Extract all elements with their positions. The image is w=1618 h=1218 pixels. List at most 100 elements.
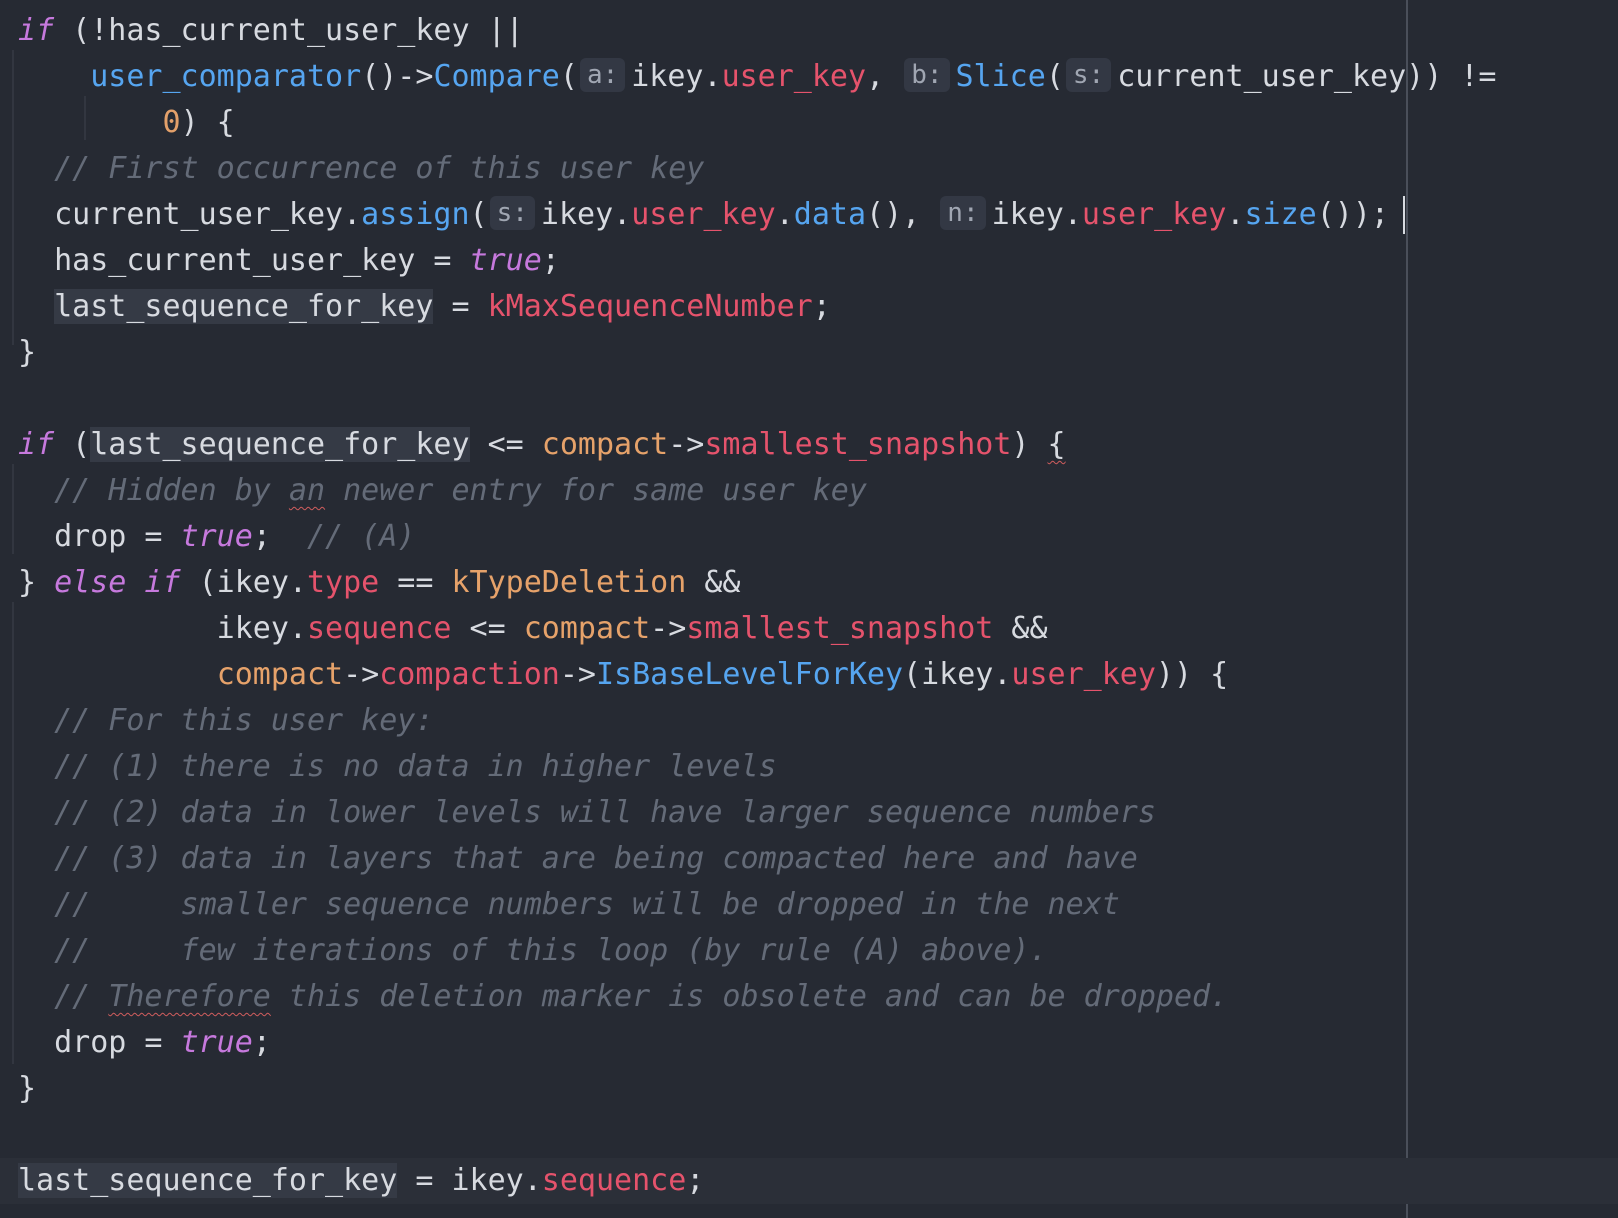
code-line[interactable]: // (3) data in layers that are being com… — [18, 836, 1138, 882]
code-token: if — [18, 427, 55, 462]
code-token: <= — [469, 427, 542, 462]
code-token: } — [18, 335, 37, 370]
code-token: IsBaseLevelForKey — [596, 657, 904, 692]
code-comment: newer entry for same user key — [325, 473, 867, 508]
code-line[interactable]: if (last_sequence_for_key <= compact->sm… — [18, 422, 1066, 468]
code-token: ) — [1011, 427, 1048, 462]
code-line[interactable]: ikey.sequence <= compact->smallest_snaps… — [18, 606, 1048, 652]
code-line[interactable]: drop = true; // (A) — [18, 514, 415, 560]
parameter-hint: n: — [940, 196, 986, 230]
code-token: smallest_snapshot — [704, 427, 1012, 462]
code-token: = ikey. — [397, 1163, 542, 1198]
code-token: ()-> — [361, 59, 434, 94]
code-token: ikey. — [991, 197, 1082, 232]
code-line[interactable]: compact->compaction->IsBaseLevelForKey(i… — [18, 652, 1228, 698]
code-token: -> — [650, 611, 687, 646]
code-comment: // smaller sequence numbers will be drop… — [54, 887, 1120, 922]
code-token: ( — [1045, 59, 1064, 94]
code-token: smallest_snapshot — [686, 611, 994, 646]
code-token: sequence — [541, 1163, 687, 1198]
code-token: )) { — [1155, 657, 1229, 692]
code-token: true — [180, 1025, 253, 1060]
code-token: Slice — [955, 59, 1046, 94]
code-line[interactable]: has_current_user_key = true; — [18, 238, 560, 284]
code-token: ; — [812, 289, 831, 324]
code-comment: // First occurrence of this user key — [54, 151, 705, 186]
code-comment: an — [288, 473, 326, 508]
code-line[interactable]: // First occurrence of this user key — [18, 146, 704, 192]
code-token: type — [307, 565, 380, 600]
code-line[interactable]: } — [18, 1066, 36, 1112]
code-token: = — [433, 289, 488, 324]
code-token: -> — [343, 657, 380, 692]
code-token: assign — [361, 197, 470, 232]
code-line[interactable]: } else if (ikey.type == kTypeDeletion && — [18, 560, 741, 606]
code-comment: // few iterations of this loop (by rule … — [54, 933, 1048, 968]
code-line[interactable]: } — [18, 330, 36, 376]
code-token: -> — [668, 427, 705, 462]
code-token: ; — [686, 1163, 705, 1198]
code-token: (ikey. — [180, 565, 307, 600]
code-line[interactable]: user_comparator()->Compare(a: ikey.user_k… — [18, 54, 1496, 100]
code-token: last_sequence_for_key — [54, 289, 434, 324]
code-token: ikey. — [540, 197, 632, 232]
parameter-hint: a: — [579, 58, 626, 92]
code-token: == — [379, 565, 452, 600]
code-token: 0 — [162, 105, 181, 140]
code-line[interactable]: if (!has_current_user_key || — [18, 8, 524, 54]
code-line[interactable]: last_sequence_for_key = kMaxSequenceNumb… — [18, 284, 831, 330]
code-comment: // (1) there is no data in higher levels — [54, 749, 777, 784]
code-line[interactable]: // (1) there is no data in higher levels — [18, 744, 777, 790]
code-token: user_key — [1081, 197, 1227, 232]
text-cursor — [1403, 196, 1405, 234]
code-line[interactable]: // Hidden by an newer entry for same use… — [18, 468, 867, 514]
code-editor[interactable]: if (!has_current_user_key || user_compar… — [0, 0, 1618, 1218]
code-line[interactable]: drop = true; — [18, 1020, 271, 1066]
code-line[interactable]: 0) { — [18, 100, 235, 146]
code-token: ikey. — [631, 59, 722, 94]
code-token: (ikey. — [903, 657, 1012, 692]
code-line[interactable]: // few iterations of this loop (by rule … — [18, 928, 1048, 974]
code-line[interactable]: current_user_key.assign(s: ikey.user_key.… — [18, 192, 1389, 238]
code-line[interactable]: last_sequence_for_key = ikey.sequence; — [0, 1158, 1618, 1204]
code-token: ; — [541, 243, 560, 278]
code-comment: // Hidden by — [54, 473, 289, 508]
code-line[interactable]: // (2) data in lower levels will have la… — [18, 790, 1156, 836]
code-token: && — [686, 565, 741, 600]
code-line[interactable]: // For this user key: — [18, 698, 433, 744]
code-token: . — [1226, 197, 1245, 232]
code-token: size — [1244, 197, 1317, 232]
code-comment: // (3) data in layers that are being com… — [54, 841, 1138, 876]
code-token: has_current_user_key = — [18, 243, 470, 278]
code-token: Compare — [433, 59, 560, 94]
code-token: drop = — [18, 1025, 181, 1060]
code-token: true — [180, 519, 253, 554]
code-token: last_sequence_for_key — [90, 427, 470, 462]
code-token: if — [18, 13, 55, 48]
code-token: true — [469, 243, 542, 278]
right-margin-guide — [1406, 0, 1408, 1218]
code-token: kTypeDeletion — [451, 565, 687, 600]
parameter-hint: s: — [1065, 58, 1112, 92]
code-token: -> — [559, 657, 596, 692]
parameter-hint: s: — [489, 196, 535, 230]
code-token: compaction — [379, 657, 560, 692]
code-token: (), — [866, 197, 939, 232]
code-token: current_user_key)) != — [1117, 59, 1497, 94]
code-comment: // (A) — [307, 519, 416, 554]
code-token: , — [866, 59, 903, 94]
code-token: ) { — [180, 105, 235, 140]
code-line[interactable]: // Therefore this deletion marker is obs… — [18, 974, 1228, 1020]
code-token: <= — [451, 611, 524, 646]
code-token: last_sequence_for_key — [18, 1163, 398, 1198]
code-token: ; — [252, 1025, 271, 1060]
code-token: (!has_current_user_key || — [54, 13, 524, 48]
code-line[interactable]: // smaller sequence numbers will be drop… — [18, 882, 1120, 928]
code-token: sequence — [306, 611, 452, 646]
indent-guide — [12, 464, 14, 554]
